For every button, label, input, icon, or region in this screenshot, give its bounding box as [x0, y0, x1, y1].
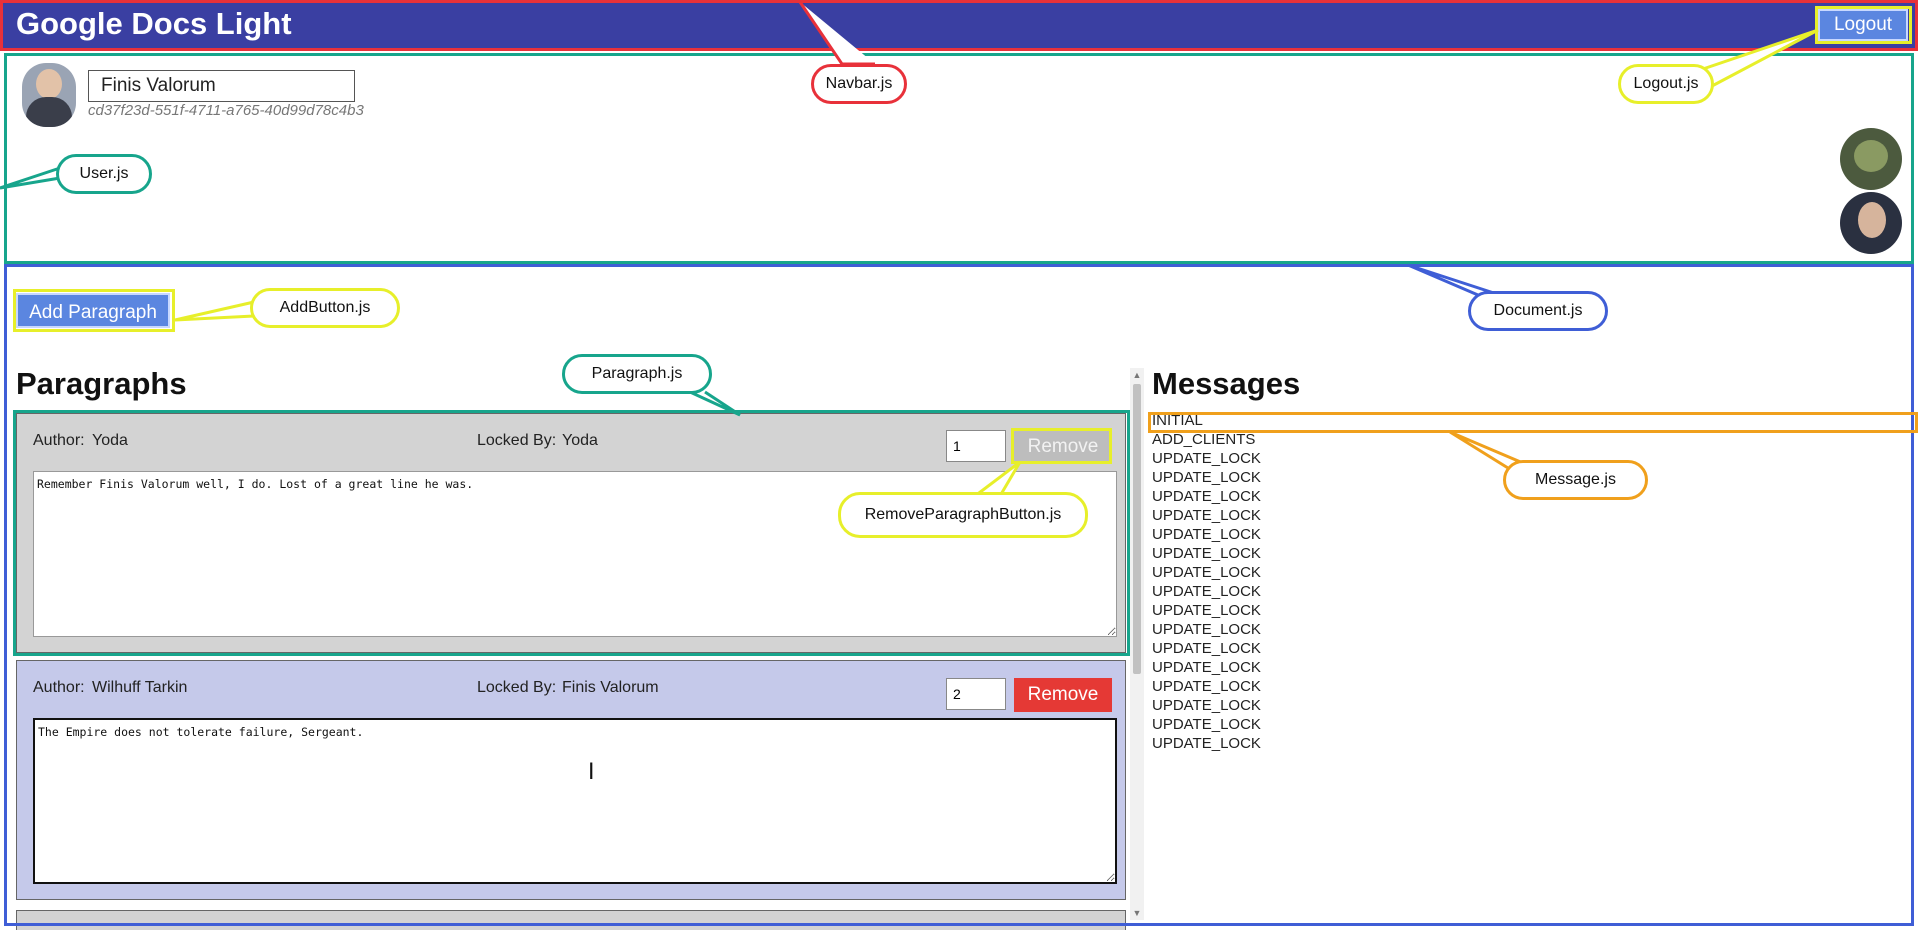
callout-logout: Logout.js	[1618, 64, 1714, 104]
callout-tail-add	[174, 300, 255, 322]
callout-tail-user	[0, 166, 61, 190]
callout-tail-logout	[1699, 28, 1819, 88]
callout-user: User.js	[56, 154, 152, 194]
callout-message: Message.js	[1503, 460, 1648, 500]
callout-paragraph: Paragraph.js	[562, 354, 712, 394]
callout-tail-navbar	[798, 1, 875, 66]
callout-navbar: Navbar.js	[811, 64, 907, 104]
callout-document: Document.js	[1468, 291, 1608, 331]
callout-add-button: AddButton.js	[250, 288, 400, 328]
callout-tail-paragraph	[689, 390, 741, 417]
callout-remove-button: RemoveParagraphButton.js	[838, 492, 1088, 538]
callout-tail-remove	[974, 460, 1022, 498]
